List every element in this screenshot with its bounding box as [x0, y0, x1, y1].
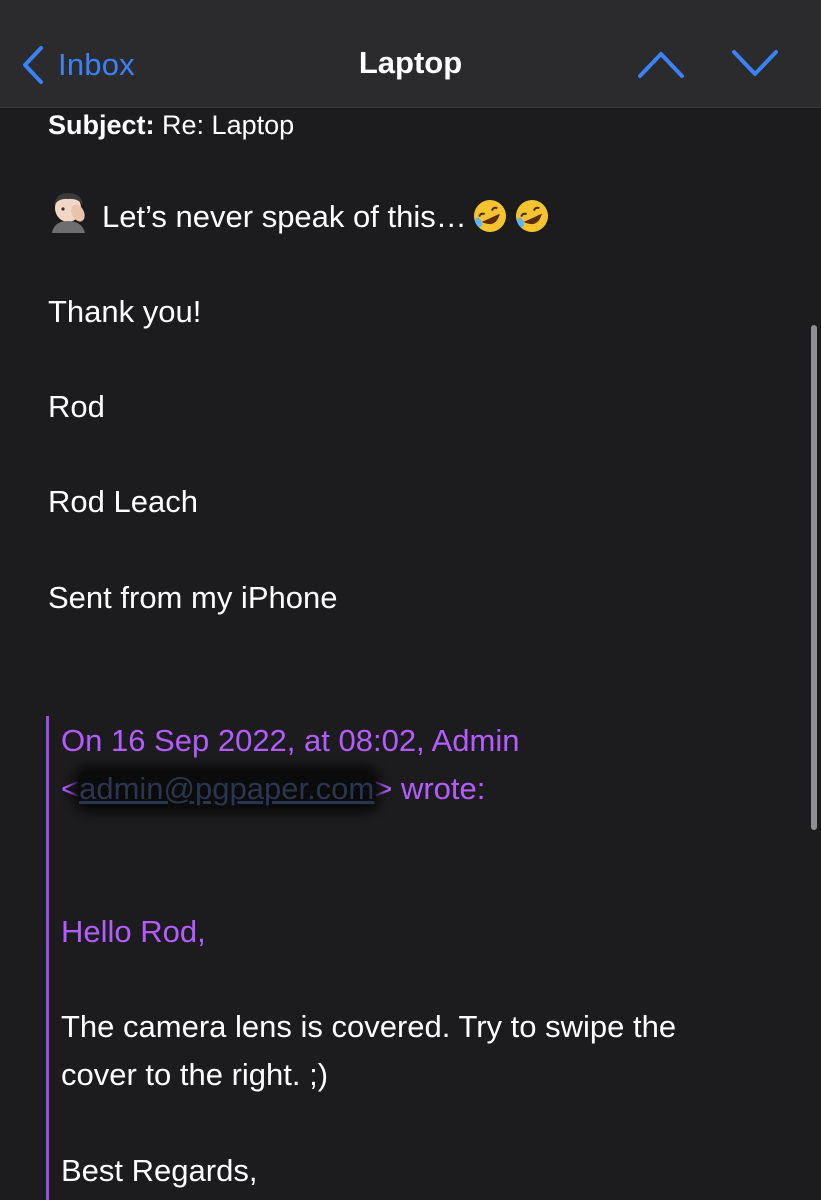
quote-body-paragraph: The camera lens is covered. Try to swipe… [61, 1003, 676, 1099]
subject-label: Subject: [48, 110, 155, 140]
chevron-down-icon [732, 50, 778, 76]
quote-header-line1: On 16 Sep 2022, at 08:02, Admin [61, 723, 520, 758]
quote-body-line: cover to the right. ;) [61, 1057, 329, 1092]
chevron-up-icon [638, 52, 684, 78]
subject-value: Re: Laptop [162, 110, 295, 140]
quote-wrote: > wrote: [374, 771, 486, 806]
first-line: Let’s never speak of this… [48, 193, 551, 242]
facepalm-emoji [48, 193, 90, 241]
quote-header-line2: <admin@pgpaper.com> wrote: [61, 771, 485, 807]
body-line-name: Rod [48, 389, 105, 424]
signature-name: Rod Leach [48, 484, 198, 519]
first-line-text: Let’s never speak of this… [102, 199, 467, 234]
quote-bar [46, 716, 49, 1200]
quote-greeting: Hello Rod, [61, 914, 206, 949]
email-open-bracket: < [61, 771, 80, 806]
nav-bar: Inbox Laptop [0, 0, 821, 108]
rofl-emoji [513, 198, 551, 242]
previous-message-button[interactable] [637, 46, 685, 82]
email-screen: Inbox Laptop Subject: Re: Laptop Let’s n… [0, 0, 821, 1200]
rofl-emoji [471, 198, 509, 242]
next-message-button[interactable] [731, 46, 779, 82]
body-line-thanks: Thank you! [48, 294, 202, 329]
quote-body-line: The camera lens is covered. Try to swipe… [61, 1009, 677, 1044]
scrollbar[interactable] [811, 325, 817, 830]
page-title: Laptop [358, 45, 463, 80]
quote-signoff: Best Regards, [61, 1153, 258, 1188]
email-body: Subject: Re: Laptop Let’s never speak of… [0, 107, 821, 1200]
subject-line: Subject: Re: Laptop [48, 110, 294, 141]
signature-device: Sent from my iPhone [48, 580, 338, 615]
redacted-email-link[interactable]: admin@pgpaper.com [79, 771, 375, 807]
